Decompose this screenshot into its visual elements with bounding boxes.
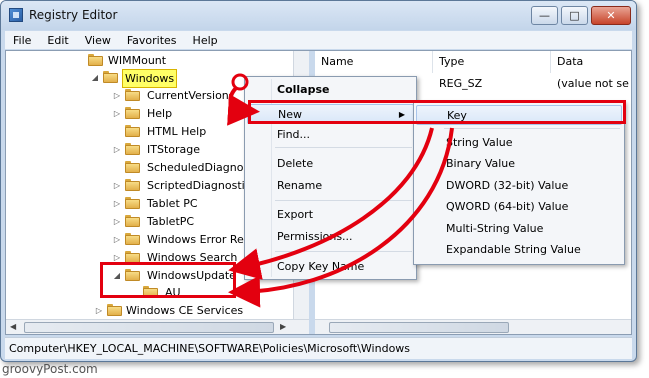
maximize-button[interactable]: □ bbox=[561, 6, 588, 25]
tree-horizontal-scrollbar[interactable]: ◀ ▶ bbox=[6, 319, 309, 334]
expander-collapsed-icon[interactable]: ▷ bbox=[112, 177, 122, 194]
folder-icon bbox=[88, 54, 103, 66]
submenu-item-qword-value[interactable]: QWORD (64-bit) Value bbox=[416, 197, 622, 217]
folder-icon bbox=[125, 125, 140, 137]
registry-editor-app-icon bbox=[9, 8, 23, 22]
menu-favorites[interactable]: Favorites bbox=[119, 34, 185, 47]
column-header-data[interactable]: Data bbox=[551, 51, 631, 73]
annotation-box-new-key bbox=[248, 100, 626, 124]
menu-item-export[interactable]: Export bbox=[247, 205, 414, 225]
window-title: Registry Editor bbox=[29, 8, 118, 22]
expander-expanded-icon[interactable]: ◢ bbox=[90, 69, 100, 86]
status-bar-path: Computer\HKEY_LOCAL_MACHINE\SOFTWARE\Pol… bbox=[5, 337, 632, 359]
new-submenu: Key String Value Binary Value DWORD (32-… bbox=[413, 101, 625, 265]
menu-separator bbox=[444, 128, 620, 129]
folder-icon bbox=[125, 161, 140, 173]
scrollbar-thumb[interactable] bbox=[329, 322, 509, 333]
menu-help[interactable]: Help bbox=[185, 34, 226, 47]
folder-icon bbox=[125, 215, 140, 227]
expander-collapsed-icon[interactable]: ▷ bbox=[112, 105, 122, 122]
menu-separator bbox=[275, 147, 412, 148]
submenu-item-expandable-string-value[interactable]: Expandable String Value bbox=[416, 240, 622, 260]
folder-icon bbox=[125, 89, 140, 101]
menu-bar: File Edit View Favorites Help bbox=[5, 31, 632, 49]
folder-icon bbox=[107, 304, 122, 316]
menu-item-delete[interactable]: Delete bbox=[247, 154, 414, 174]
menu-item-find[interactable]: Find... bbox=[247, 125, 414, 145]
values-horizontal-scrollbar[interactable] bbox=[315, 319, 631, 334]
folder-icon bbox=[125, 233, 140, 245]
value-data: (value not se bbox=[557, 77, 629, 90]
expander-collapsed-icon[interactable]: ▷ bbox=[112, 231, 122, 248]
expander-collapsed-icon[interactable]: ▷ bbox=[112, 213, 122, 230]
menu-item-permissions[interactable]: Permissions... bbox=[247, 227, 414, 247]
expander-collapsed-icon[interactable]: ▷ bbox=[112, 195, 122, 212]
annotation-box-windowsupdate-au bbox=[100, 262, 236, 298]
title-bar[interactable]: Registry Editor — □ ✕ bbox=[1, 1, 636, 30]
value-type: REG_SZ bbox=[439, 77, 483, 90]
menu-view[interactable]: View bbox=[77, 34, 119, 47]
menu-edit[interactable]: Edit bbox=[39, 34, 76, 47]
submenu-item-binary-value[interactable]: Binary Value bbox=[416, 154, 622, 174]
expander-collapsed-icon[interactable]: ▷ bbox=[112, 141, 122, 158]
folder-icon bbox=[125, 197, 140, 209]
menu-separator bbox=[275, 200, 412, 201]
menu-item-collapse[interactable]: Collapse bbox=[247, 80, 414, 100]
menu-file[interactable]: File bbox=[5, 34, 39, 47]
folder-icon bbox=[125, 179, 140, 191]
folder-icon bbox=[125, 107, 140, 119]
menu-separator bbox=[275, 251, 412, 252]
scroll-right-icon[interactable]: ▶ bbox=[280, 322, 286, 331]
expander-collapsed-icon[interactable]: ▷ bbox=[112, 87, 122, 104]
menu-item-copy-key-name[interactable]: Copy Key Name bbox=[247, 257, 414, 277]
watermark-text: groovyPost.com bbox=[2, 362, 98, 376]
submenu-item-multi-string-value[interactable]: Multi-String Value bbox=[416, 219, 622, 239]
folder-icon bbox=[125, 143, 140, 155]
column-header-type[interactable]: Type bbox=[433, 51, 551, 73]
scroll-left-icon[interactable]: ◀ bbox=[10, 322, 16, 331]
minimize-button[interactable]: — bbox=[531, 6, 558, 25]
menu-item-rename[interactable]: Rename bbox=[247, 176, 414, 196]
scrollbar-thumb[interactable] bbox=[24, 322, 274, 333]
folder-open-icon bbox=[103, 71, 118, 83]
close-button[interactable]: ✕ bbox=[591, 6, 631, 25]
submenu-item-dword-value[interactable]: DWORD (32-bit) Value bbox=[416, 176, 622, 196]
expander-collapsed-icon[interactable]: ▷ bbox=[94, 302, 104, 319]
submenu-item-string-value[interactable]: String Value bbox=[416, 133, 622, 153]
column-header-name[interactable]: Name bbox=[315, 51, 433, 73]
